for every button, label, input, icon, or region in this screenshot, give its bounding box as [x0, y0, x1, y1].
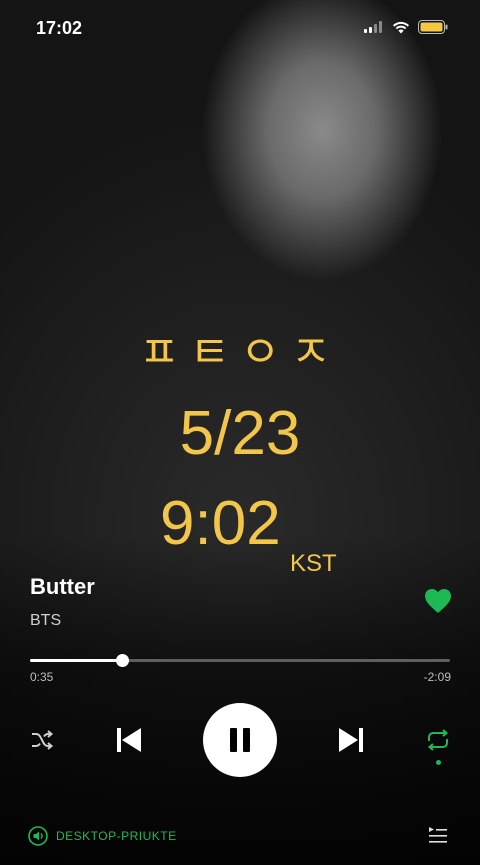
queue-icon: [429, 827, 447, 843]
wifi-icon: [393, 21, 409, 33]
track-artist[interactable]: BTS: [30, 612, 61, 630]
next-button[interactable]: [334, 722, 368, 758]
remaining-time: -2:09: [423, 670, 451, 684]
repeat-icon: [427, 729, 449, 751]
progress-bar[interactable]: [30, 654, 450, 667]
now-playing-screen: 17:02 ㅍㅌㅇㅈ 5/23 9:02 KST Butter BTS 0:35…: [0, 0, 480, 865]
status-time: 17:02: [36, 18, 83, 38]
shuffle-icon: [32, 730, 54, 750]
device-label: DESKTOP-PRIUKTE: [56, 829, 177, 843]
queue-button[interactable]: [428, 826, 448, 849]
battery-icon: [418, 20, 448, 34]
track-title[interactable]: Butter: [30, 574, 95, 600]
like-button[interactable]: [424, 588, 452, 619]
overlay-korean-text: ㅍㅌㅇㅈ: [139, 328, 341, 377]
elapsed-time: 0:35: [30, 670, 54, 684]
overlay-date: 5/23: [179, 399, 301, 468]
overlay-timezone: KST: [290, 550, 337, 577]
cellular-signal-icon: [364, 21, 382, 33]
repeat-button[interactable]: [424, 727, 452, 753]
progress-bar-fill: [30, 659, 123, 662]
pause-icon: [230, 728, 250, 752]
speaker-icon: [28, 826, 48, 846]
play-pause-button[interactable]: [203, 703, 277, 777]
repeat-active-indicator: [436, 760, 441, 765]
heart-icon: [425, 589, 451, 613]
shuffle-button[interactable]: [28, 728, 56, 752]
skip-back-icon: [117, 728, 141, 752]
status-bar: 17:02: [0, 0, 480, 56]
overlay-time: 9:02: [160, 489, 281, 558]
previous-button[interactable]: [112, 722, 146, 758]
connect-device-button[interactable]: DESKTOP-PRIUKTE: [28, 826, 177, 846]
status-icons: [364, 20, 448, 34]
skip-forward-icon: [339, 728, 363, 752]
